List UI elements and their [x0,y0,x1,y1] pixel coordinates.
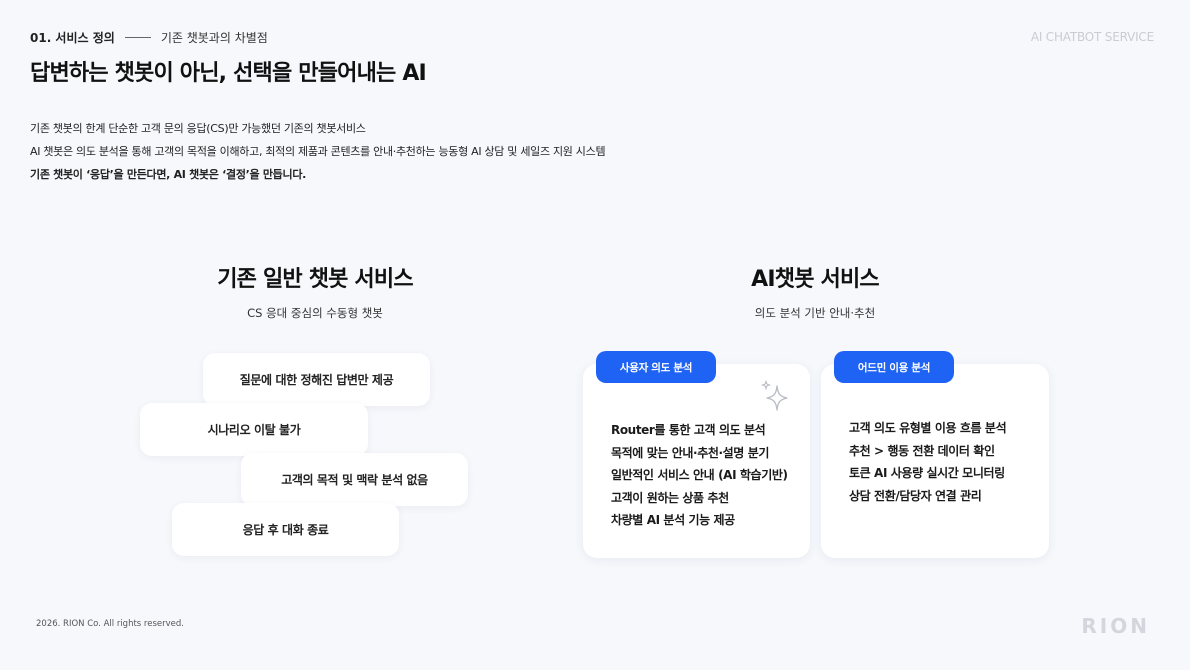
footer-logo: RION [1081,614,1150,638]
section-subtitle: 기존 챗봇과의 차별점 [160,31,268,45]
admin-analysis-tag: 어드민 이용 분석 [834,351,954,383]
legacy-item-label: 질문에 대한 정해진 답변만 제공 [239,373,394,387]
legacy-chatbot-title: 기존 일반 챗봇 서비스 [217,267,413,292]
legacy-item-4: 응답 후 대화 종료 [172,503,399,556]
legacy-item-3: 고객의 목적 및 맥락 분석 없음 [241,453,468,506]
description: 기존 챗봇의 한계 단순한 고객 문의 응답(CS)만 가능했던 기존의 챗봇서… [30,117,606,186]
brand-label: AI CHATBOT SERVICE [1030,30,1154,44]
list-item: 일반적인 서비스 안내 (AI 학습기반) [611,468,788,482]
ai-chatbot-title: AI챗봇 서비스 [751,267,879,292]
list-item: 차량별 AI 분석 기능 제공 [611,513,735,527]
admin-analysis-list: 고객 의도 유형별 이용 흐름 분석 추천 > 행동 전환 데이터 확인 토큰 … [849,417,1007,507]
description-line-3: 기존 챗봇이 ‘응답’을 만든다면, AI 챗봇은 ‘결정’을 만듭니다. [30,168,307,181]
description-line-1: 기존 챗봇의 한계 단순한 고객 문의 응답(CS)만 가능했던 기존의 챗봇서… [30,122,366,135]
list-item: 고객 의도 유형별 이용 흐름 분석 [849,421,1007,435]
legacy-item-2: 시나리오 이탈 불가 [140,403,368,456]
list-item: Router를 통한 고객 의도 분석 [611,423,766,437]
legacy-item-label: 응답 후 대화 종료 [242,523,329,537]
ai-chatbot-subtitle: 의도 분석 기반 안내·추천 [754,306,876,320]
list-item: 고객이 원하는 상품 추천 [611,490,729,505]
legacy-chatbot-subtitle: CS 응대 중심의 수동형 챗봇 [247,306,383,320]
legacy-item-1: 질문에 대한 정해진 답변만 제공 [203,353,430,406]
page-title: 답변하는 챗봇이 아닌, 선택을 만들어내는 AI [30,61,427,86]
section-number: 01. 서비스 정의 [30,31,115,45]
intent-analysis-list: Router를 통한 고객 의도 분석 목적에 맞는 안내·추천·설명 분기 일… [611,419,788,532]
legacy-item-label: 고객의 목적 및 맥락 분석 없음 [281,473,428,487]
sparkle-icon [761,380,788,411]
list-item: 목적에 맞는 안내·추천·설명 분기 [611,445,769,460]
section-header: 01. 서비스 정의 기존 챗봇과의 차별점 [30,29,268,46]
legacy-item-label: 시나리오 이탈 불가 [207,423,301,437]
copyright: 2026. RION Co. All rights reserved. [36,619,184,629]
description-line-2: AI 챗봇은 의도 분석을 통해 고객의 목적을 이해하고, 최적의 제품과 콘… [30,145,606,158]
list-item: 토큰 AI 사용량 실시간 모니터링 [849,466,1005,480]
list-item: 상담 전환/담당자 연결 관리 [849,488,982,503]
intent-analysis-tag: 사용자 의도 분석 [596,351,716,383]
section-divider [124,37,151,38]
list-item: 추천 > 행동 전환 데이터 확인 [849,443,995,458]
